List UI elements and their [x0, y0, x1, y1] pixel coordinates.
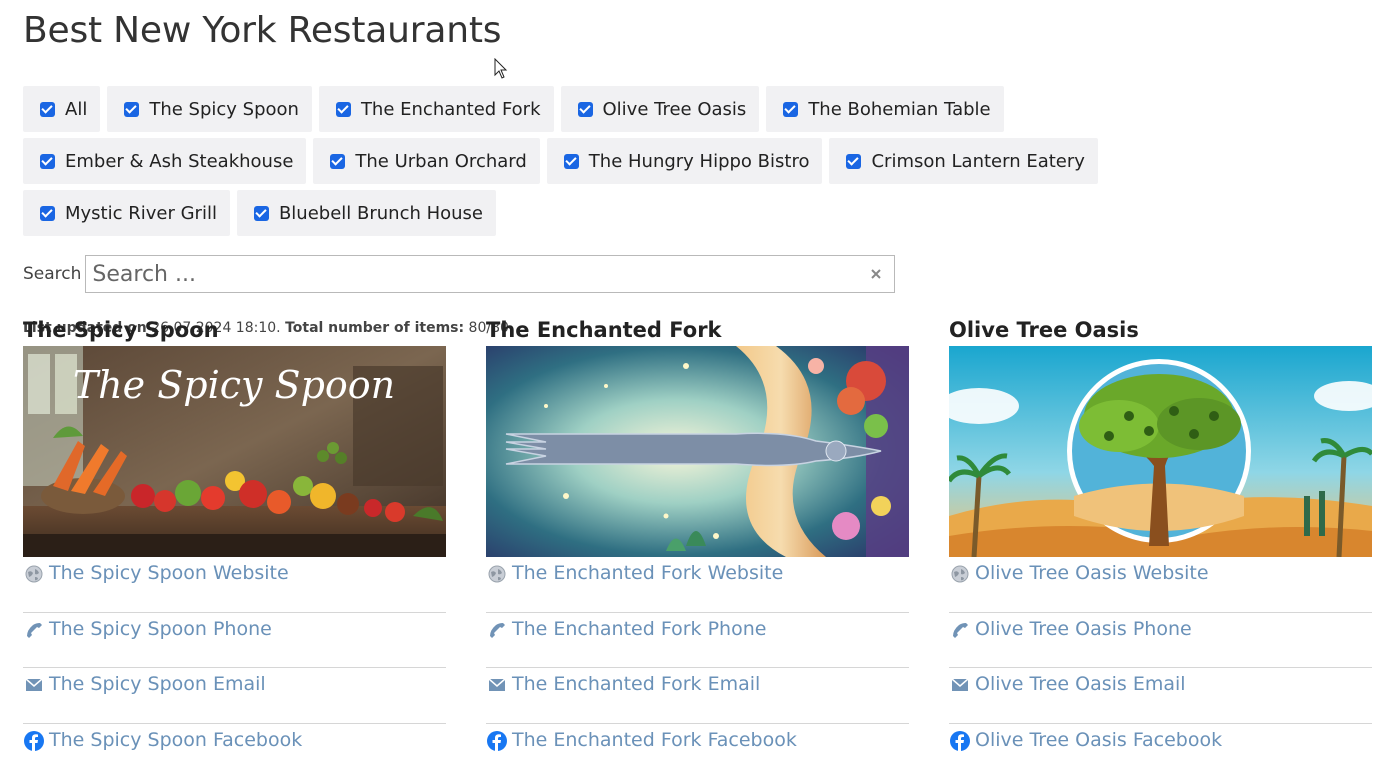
- phone-icon: [486, 619, 508, 641]
- phone-icon: [23, 619, 45, 641]
- filter-label: Mystic River Grill: [65, 202, 217, 224]
- restaurant-card: The Spicy Spoon The Spicy Spoon The Spic…: [23, 316, 446, 779]
- checkbox-checked[interactable]: [330, 153, 346, 169]
- filter-label: Bluebell Brunch House: [278, 202, 484, 224]
- filter-the-urban-orchard[interactable]: The Urban Orchard: [313, 138, 540, 184]
- website-link[interactable]: The Enchanted Fork Website: [486, 557, 909, 613]
- filter-label: Olive Tree Oasis: [602, 98, 747, 120]
- envelope-icon: [949, 674, 971, 696]
- restaurant-image[interactable]: [949, 346, 1372, 557]
- search-label: Search: [23, 264, 82, 284]
- email-link[interactable]: Olive Tree Oasis Email: [949, 668, 1372, 724]
- filter-the-bohemian-table[interactable]: The Bohemian Table: [766, 86, 1004, 132]
- facebook-link[interactable]: Olive Tree Oasis Facebook: [949, 724, 1372, 780]
- filter-bar: All The Spicy Spoon The Enchanted Fork O…: [23, 86, 1223, 236]
- restaurant-links: The Spicy Spoon Website The Spicy Spoon …: [23, 557, 446, 779]
- facebook-link[interactable]: The Enchanted Fork Facebook: [486, 724, 909, 780]
- search-input[interactable]: [90, 257, 865, 291]
- link-label: The Enchanted Fork Facebook: [512, 728, 797, 751]
- checkbox-checked[interactable]: [40, 153, 55, 169]
- checkbox-checked[interactable]: [577, 101, 593, 117]
- link-label: The Spicy Spoon Facebook: [49, 728, 303, 751]
- website-link[interactable]: Olive Tree Oasis Website: [949, 557, 1372, 613]
- link-label: Olive Tree Oasis Phone: [975, 617, 1192, 640]
- globe-icon: [949, 563, 971, 585]
- facebook-icon: [949, 730, 971, 752]
- restaurant-image[interactable]: The Spicy Spoon: [23, 346, 446, 557]
- restaurant-card: The Enchanted Fork The Enchanted Fork We…: [486, 316, 909, 779]
- filter-label: The Spicy Spoon: [149, 98, 299, 120]
- restaurant-list: The Spicy Spoon The Spicy Spoon The Spic…: [23, 316, 1372, 779]
- checkbox-checked[interactable]: [40, 101, 55, 117]
- filter-mystic-river-grill[interactable]: Mystic River Grill: [23, 190, 230, 236]
- link-label: The Enchanted Fork Email: [512, 673, 761, 695]
- filter-label: The Hungry Hippo Bistro: [588, 150, 810, 172]
- facebook-icon: [23, 730, 45, 752]
- filter-label: The Urban Orchard: [355, 150, 527, 172]
- email-link[interactable]: The Spicy Spoon Email: [23, 668, 446, 724]
- envelope-icon: [23, 674, 45, 696]
- link-label: The Spicy Spoon Website: [49, 562, 289, 584]
- filter-all[interactable]: All: [23, 86, 101, 132]
- link-label: The Enchanted Fork Website: [512, 562, 784, 584]
- filter-label: Ember & Ash Steakhouse: [65, 150, 294, 172]
- filter-the-enchanted-fork[interactable]: The Enchanted Fork: [318, 86, 554, 132]
- filter-label: All: [65, 98, 88, 120]
- checkbox-checked[interactable]: [846, 153, 862, 169]
- link-label: The Spicy Spoon Email: [49, 673, 266, 695]
- restaurant-links: The Enchanted Fork Website The Enchanted…: [486, 557, 909, 779]
- page-content: Best New York Restaurants All The Spicy …: [23, 8, 1383, 336]
- phone-link[interactable]: The Spicy Spoon Phone: [23, 613, 446, 668]
- checkbox-checked[interactable]: [335, 101, 351, 117]
- filter-label: The Bohemian Table: [808, 98, 991, 120]
- checkbox-checked[interactable]: [253, 205, 269, 221]
- email-link[interactable]: The Enchanted Fork Email: [486, 668, 909, 724]
- facebook-icon: [486, 730, 508, 752]
- close-icon: [871, 269, 882, 279]
- filter-the-spicy-spoon[interactable]: The Spicy Spoon: [107, 86, 312, 132]
- link-label: Olive Tree Oasis Facebook: [975, 728, 1223, 751]
- globe-icon: [486, 563, 508, 585]
- filter-olive-tree-oasis[interactable]: Olive Tree Oasis: [560, 86, 760, 132]
- filter-label: Crimson Lantern Eatery: [871, 150, 1085, 172]
- phone-icon: [949, 619, 971, 641]
- restaurant-image[interactable]: [486, 346, 909, 557]
- checkbox-checked[interactable]: [783, 101, 799, 117]
- facebook-link[interactable]: The Spicy Spoon Facebook: [23, 724, 446, 780]
- page-title: Best New York Restaurants: [23, 10, 502, 51]
- link-label: Olive Tree Oasis Website: [975, 562, 1209, 584]
- search-box: [85, 255, 896, 293]
- checkbox-checked[interactable]: [40, 205, 55, 221]
- clear-search-button[interactable]: [864, 262, 888, 286]
- globe-icon: [23, 563, 45, 585]
- link-label: The Spicy Spoon Phone: [49, 617, 272, 640]
- filter-ember-ash-steakhouse[interactable]: Ember & Ash Steakhouse: [23, 138, 307, 184]
- filter-bluebell-brunch-house[interactable]: Bluebell Brunch House: [236, 190, 497, 236]
- website-link[interactable]: The Spicy Spoon Website: [23, 557, 446, 613]
- checkbox-checked[interactable]: [563, 153, 579, 169]
- link-label: Olive Tree Oasis Email: [975, 673, 1186, 695]
- phone-link[interactable]: Olive Tree Oasis Phone: [949, 613, 1372, 668]
- filter-crimson-lantern-eatery[interactable]: Crimson Lantern Eatery: [829, 138, 1098, 184]
- image-caption: The Spicy Spoon: [73, 363, 395, 407]
- search-row: Search: [23, 255, 1383, 293]
- restaurant-title: The Enchanted Fork: [486, 318, 722, 342]
- mouse-cursor-icon: [494, 58, 508, 79]
- restaurant-card: Olive Tree Oasis Olive Tree Oasis Websit…: [949, 316, 1372, 779]
- link-label: The Enchanted Fork Phone: [512, 617, 767, 640]
- envelope-icon: [486, 674, 508, 696]
- checkbox-checked[interactable]: [124, 101, 140, 117]
- restaurant-title: Olive Tree Oasis: [949, 318, 1139, 342]
- restaurant-links: Olive Tree Oasis Website Olive Tree Oasi…: [949, 557, 1372, 779]
- restaurant-title: The Spicy Spoon: [23, 318, 219, 342]
- filter-the-hungry-hippo-bistro[interactable]: The Hungry Hippo Bistro: [546, 138, 823, 184]
- phone-link[interactable]: The Enchanted Fork Phone: [486, 613, 909, 668]
- filter-label: The Enchanted Fork: [360, 98, 541, 120]
